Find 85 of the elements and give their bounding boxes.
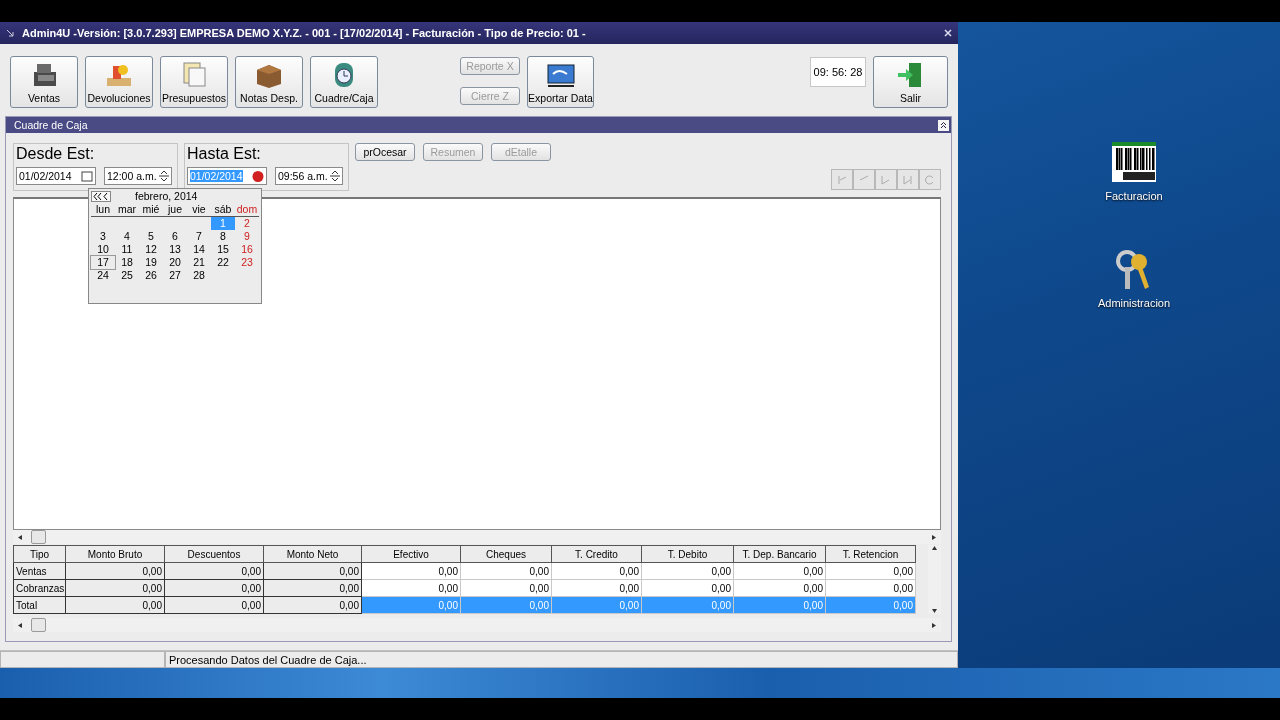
calendar-day[interactable]: 3 — [91, 230, 115, 243]
spinner-icon[interactable] — [159, 170, 169, 182]
scroll-left-icon[interactable] — [17, 621, 24, 629]
calendar-day[interactable]: 9 — [235, 230, 259, 243]
scroll-thumb[interactable] — [31, 530, 46, 544]
calendar-day[interactable]: 15 — [211, 243, 235, 256]
first-icon — [837, 174, 847, 185]
next-icon — [881, 174, 891, 185]
clock-display: 09: 56: 28 — [810, 57, 866, 87]
desktop-icon-label[interactable]: Facturacion — [1105, 190, 1163, 202]
panel-title: Cuadre de Caja — [14, 119, 88, 131]
column-header: Monto Bruto — [65, 545, 165, 563]
column-header: T. Dep. Bancario — [733, 545, 826, 563]
date-field[interactable]: 01/02/2014 — [16, 167, 96, 185]
calendar-day[interactable]: 13 — [163, 243, 187, 256]
calendar-day[interactable]: 14 — [187, 243, 211, 256]
close-icon[interactable] — [944, 29, 952, 37]
column-header: Descuentos — [164, 545, 264, 563]
horizontal-scrollbar[interactable] — [13, 530, 941, 544]
calendar-month: febrero, 2014 — [135, 190, 198, 202]
calendar-day[interactable]: 18 — [115, 256, 139, 269]
calendar-day[interactable]: 12 — [139, 243, 163, 256]
status-message: Procesando Datos del Cuadre de Caja... — [165, 651, 958, 668]
calendar-day[interactable]: 27 — [163, 269, 187, 282]
weekday-label: mar — [115, 203, 139, 217]
column-header: T. Debito — [641, 545, 734, 563]
toolbar-button[interactable]: Notas Desp. — [235, 56, 303, 108]
calendar-day[interactable]: 28 — [187, 269, 211, 282]
calendar-day[interactable]: 22 — [211, 256, 235, 269]
calendar-day[interactable]: 11 — [115, 243, 139, 256]
range-label: Hasta Est: — [187, 145, 262, 163]
calendar-day[interactable]: 21 — [187, 256, 211, 269]
weekday-label: dom — [235, 203, 259, 217]
toolbar-button[interactable]: Cuadre/Caja — [310, 56, 378, 108]
scroll-down-icon[interactable] — [931, 607, 938, 614]
column-header: Monto Neto — [263, 545, 362, 563]
calendar-day[interactable]: 24 — [91, 269, 115, 282]
calendar-day[interactable]: 5 — [139, 230, 163, 243]
calendar-day[interactable]: 25 — [115, 269, 139, 282]
app-icon — [6, 29, 14, 37]
column-header: T. Retencion — [825, 545, 916, 563]
vertical-scrollbar[interactable] — [928, 545, 941, 614]
column-header: Cheques — [460, 545, 552, 563]
collapse-icon[interactable] — [938, 119, 949, 131]
calendar-icon[interactable] — [81, 170, 93, 182]
calendar-day[interactable]: 23 — [235, 256, 259, 269]
toolbar-button[interactable]: Devoluciones — [85, 56, 153, 108]
export-button[interactable]: Exportar Data — [527, 56, 594, 108]
calendar-day[interactable]: 20 — [163, 256, 187, 269]
range-label: Desde Est: — [16, 145, 96, 163]
last-icon — [903, 174, 913, 185]
calendar-day[interactable]: 4 — [115, 230, 139, 243]
window-title: Admin4U -Versión: [3.0.7.293] EMPRESA DEMO X.Y.Z. - 001 - [17/02/2014] - Facturación - Tipo de Precio: 01 - — [22, 27, 586, 39]
column-header: Efectivo — [361, 545, 461, 563]
weekday-label: vie — [187, 203, 211, 217]
scroll-thumb[interactable] — [31, 618, 46, 632]
scroll-right-icon[interactable] — [930, 533, 937, 541]
calendar-day[interactable]: 7 — [187, 230, 211, 243]
refresh-icon — [925, 174, 935, 185]
exit-button[interactable]: Salir — [873, 56, 948, 108]
spinner-icon[interactable] — [330, 170, 340, 182]
calendar-nav-icon[interactable] — [91, 190, 111, 202]
weekday-label: mié — [139, 203, 163, 217]
toolbar-button[interactable]: Presupuestos — [160, 56, 228, 108]
toolbar-button[interactable]: Ventas — [10, 56, 78, 108]
calendar-day[interactable]: 6 — [163, 230, 187, 243]
calendar-day[interactable]: 26 — [139, 269, 163, 282]
weekday-label: lun — [91, 203, 115, 217]
horizontal-scrollbar[interactable] — [13, 618, 941, 632]
calendar-day[interactable]: 2 — [235, 217, 259, 230]
calendar-day[interactable]: 10 — [91, 243, 115, 256]
scroll-right-icon[interactable] — [930, 621, 937, 629]
calendar-day[interactable]: 8 — [211, 230, 235, 243]
calendar-day[interactable]: 17 — [91, 256, 115, 269]
column-header: T. Credito — [551, 545, 642, 563]
desktop-icon-label[interactable]: Administracion — [1097, 297, 1171, 309]
calendar-day[interactable]: 19 — [139, 256, 163, 269]
scroll-left-icon[interactable] — [17, 533, 24, 541]
action-button[interactable]: prOcesar — [355, 143, 415, 161]
time-field[interactable]: 12:00 a.m. — [104, 167, 172, 185]
calendar-icon[interactable] — [252, 170, 264, 182]
calendar-day[interactable]: 16 — [235, 243, 259, 256]
time-field[interactable]: 09:56 a.m. — [275, 167, 343, 185]
weekday-label: jue — [163, 203, 187, 217]
column-header: Tipo — [13, 545, 66, 563]
